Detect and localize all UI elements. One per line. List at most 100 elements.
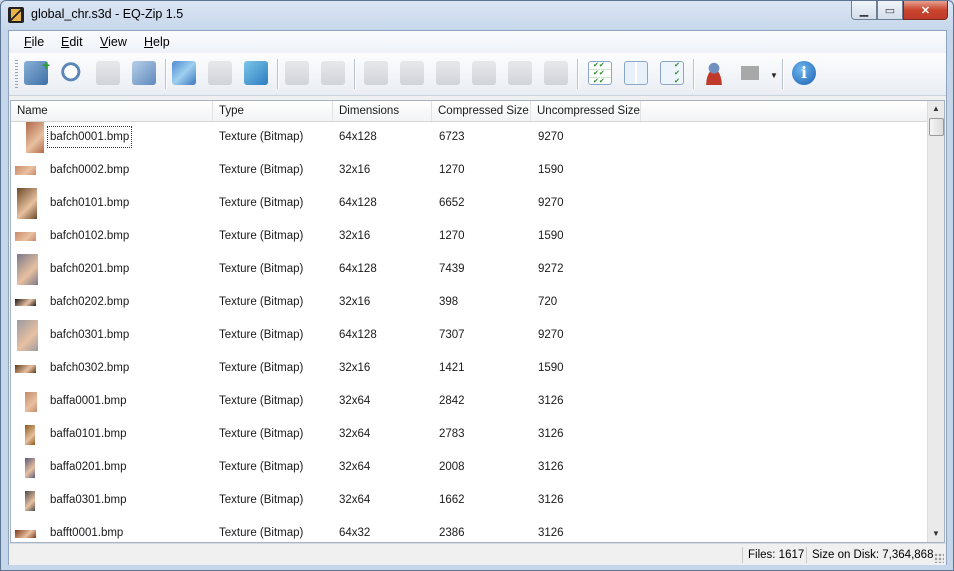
column-header-compressed-size[interactable]: Compressed Size bbox=[432, 101, 531, 121]
cell-dimensions: 64x128 bbox=[339, 197, 377, 209]
select-all-button[interactable] bbox=[585, 58, 615, 88]
column-header-dimensions[interactable]: Dimensions bbox=[333, 101, 432, 121]
select-all-icon bbox=[588, 61, 612, 86]
select-none-button[interactable] bbox=[621, 58, 651, 88]
open-archive-button[interactable] bbox=[21, 57, 51, 88]
cell-dimensions: 32x64 bbox=[339, 395, 371, 407]
cell-uncompressed: 9270 bbox=[538, 131, 564, 143]
cell-name: bafch0102.bmp bbox=[50, 230, 130, 242]
scroll-up-arrow[interactable]: ▲ bbox=[928, 101, 944, 117]
add-files-icon bbox=[96, 61, 120, 85]
scroll-thumb[interactable] bbox=[929, 118, 944, 136]
menu-file[interactable]: File bbox=[24, 35, 44, 49]
image-view-button[interactable] bbox=[735, 58, 765, 88]
replace-image-button[interactable] bbox=[205, 58, 235, 88]
cell-name: bafch0201.bmp bbox=[50, 263, 130, 275]
texture-thumbnail bbox=[17, 187, 37, 219]
menu-file-label: ile bbox=[31, 35, 45, 49]
find-button[interactable] bbox=[57, 58, 87, 88]
column-header-uncompressed-size[interactable]: Uncompressed Size bbox=[531, 101, 641, 121]
table-row[interactable]: bafch0301.bmp Texture (Bitmap) 64x128 7307 9… bbox=[11, 319, 929, 352]
cell-compressed: 7439 bbox=[439, 263, 465, 275]
column-header-type[interactable]: Type bbox=[213, 101, 333, 121]
table-row[interactable]: baffa0101.bmp Texture (Bitmap) 32x64 2783 31… bbox=[11, 418, 929, 451]
list-header: Name Type Dimensions Compressed Size Unc… bbox=[11, 101, 929, 122]
toolbar-separator bbox=[693, 59, 695, 89]
about-button[interactable]: i bbox=[789, 58, 819, 88]
texture-thumbnail bbox=[25, 391, 37, 412]
table-row[interactable]: bafch0001.bmp Texture (Bitmap) 64x128 6723 9… bbox=[11, 121, 929, 154]
user-button[interactable] bbox=[699, 58, 729, 88]
toolbar-separator bbox=[165, 59, 167, 89]
toolbar-grip[interactable] bbox=[15, 60, 18, 88]
cell-name: bafch0101.bmp bbox=[50, 197, 130, 209]
table-row[interactable]: bafch0102.bmp Texture (Bitmap) 32x16 1270 15… bbox=[11, 220, 929, 253]
menu-help[interactable]: Help bbox=[144, 35, 170, 49]
cell-type: Texture (Bitmap) bbox=[219, 263, 304, 275]
table-row[interactable]: bafft0001.bmp Texture (Bitmap) 64x32 2386 31… bbox=[11, 517, 929, 542]
cut-icon bbox=[364, 61, 388, 85]
move-up-button[interactable] bbox=[282, 58, 312, 88]
cut-button[interactable] bbox=[361, 58, 391, 88]
table-row[interactable]: bafch0002.bmp Texture (Bitmap) 32x16 1270 15… bbox=[11, 154, 929, 187]
table-row[interactable]: bafch0201.bmp Texture (Bitmap) 64x128 7439 9… bbox=[11, 253, 929, 286]
table-row[interactable]: baffa0301.bmp Texture (Bitmap) 32x64 1662 31… bbox=[11, 484, 929, 517]
menu-edit[interactable]: Edit bbox=[61, 35, 83, 49]
move-down-button[interactable] bbox=[318, 58, 348, 88]
cell-dimensions: 64x128 bbox=[339, 329, 377, 341]
maximize-button[interactable]: ▭ bbox=[877, 1, 903, 20]
cell-uncompressed: 3126 bbox=[538, 395, 564, 407]
rename-button[interactable] bbox=[505, 58, 535, 88]
rename-icon bbox=[508, 61, 532, 85]
paste-button[interactable] bbox=[433, 58, 463, 88]
menu-view-label: iew bbox=[108, 35, 127, 49]
move-down-icon bbox=[321, 61, 345, 85]
cell-uncompressed: 720 bbox=[538, 296, 558, 308]
menu-file-mnemonic: F bbox=[24, 35, 32, 49]
cell-dimensions: 64x128 bbox=[339, 131, 377, 143]
size-grip[interactable] bbox=[934, 553, 944, 563]
cell-compressed: 7307 bbox=[439, 329, 465, 341]
menu-help-mnemonic: H bbox=[144, 35, 154, 49]
properties-button[interactable] bbox=[541, 58, 571, 88]
cell-dimensions: 32x16 bbox=[339, 296, 371, 308]
chevron-down-icon[interactable]: ▼ bbox=[770, 71, 778, 80]
copy-button[interactable] bbox=[397, 58, 427, 88]
texture-thumbnail bbox=[15, 299, 36, 306]
extract-button[interactable] bbox=[129, 58, 159, 88]
cell-uncompressed: 9272 bbox=[538, 263, 564, 275]
export-image-icon bbox=[244, 61, 268, 85]
menu-view[interactable]: View bbox=[100, 35, 127, 49]
cell-type: Texture (Bitmap) bbox=[219, 131, 304, 143]
table-row[interactable]: bafch0202.bmp Texture (Bitmap) 32x16 398 720 bbox=[11, 286, 929, 319]
texture-thumbnail bbox=[15, 529, 36, 538]
app-icon[interactable] bbox=[8, 7, 24, 23]
texture-thumbnail bbox=[17, 253, 38, 285]
title-bar[interactable]: global_chr.s3d - EQ-Zip 1.5 ▁ ▭ ✕ bbox=[1, 1, 953, 29]
file-list[interactable]: Name Type Dimensions Compressed Size Unc… bbox=[10, 100, 945, 543]
table-row[interactable]: bafch0302.bmp Texture (Bitmap) 32x16 1421 15… bbox=[11, 352, 929, 385]
table-row[interactable]: baffa0001.bmp Texture (Bitmap) 32x64 2842 31… bbox=[11, 385, 929, 418]
delete-button[interactable] bbox=[469, 58, 499, 88]
cell-type: Texture (Bitmap) bbox=[219, 395, 304, 407]
status-file-count: Files: 1617 bbox=[742, 547, 805, 563]
add-files-button[interactable] bbox=[93, 58, 123, 88]
view-image-button[interactable] bbox=[169, 58, 199, 88]
table-row[interactable]: baffa0201.bmp Texture (Bitmap) 32x64 2008 31… bbox=[11, 451, 929, 484]
export-image-button[interactable] bbox=[241, 58, 271, 88]
table-row[interactable]: bafch0101.bmp Texture (Bitmap) 64x128 6652 9… bbox=[11, 187, 929, 220]
vertical-scrollbar[interactable]: ▲ ▼ bbox=[927, 101, 944, 542]
invert-selection-button[interactable] bbox=[657, 58, 687, 88]
cell-compressed: 1270 bbox=[439, 164, 465, 176]
cell-dimensions: 64x32 bbox=[339, 527, 371, 539]
column-header-name[interactable]: Name bbox=[11, 101, 213, 121]
scroll-down-arrow[interactable]: ▼ bbox=[928, 526, 944, 542]
cell-type: Texture (Bitmap) bbox=[219, 461, 304, 473]
cell-uncompressed: 3126 bbox=[538, 461, 564, 473]
toolbar-separator bbox=[277, 59, 279, 89]
texture-thumbnail bbox=[25, 490, 35, 511]
invert-selection-icon bbox=[660, 61, 684, 86]
minimize-button[interactable]: ▁ bbox=[851, 1, 877, 20]
toolbar-separator bbox=[354, 59, 356, 89]
close-button[interactable]: ✕ bbox=[903, 1, 948, 20]
